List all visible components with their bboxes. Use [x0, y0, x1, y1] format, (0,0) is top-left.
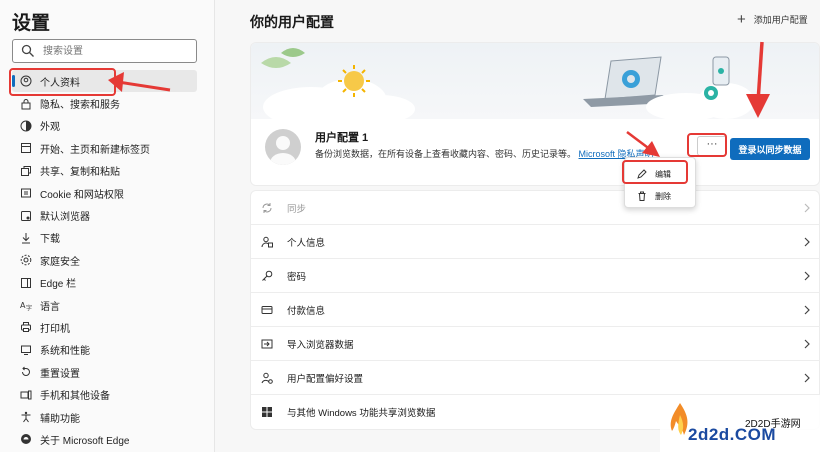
watermark-domain: 2d2d.COM [688, 425, 777, 444]
watermark: 2D2D手游网 2d2d.COM [660, 395, 820, 452]
annotation-arrows [108, 41, 770, 157]
